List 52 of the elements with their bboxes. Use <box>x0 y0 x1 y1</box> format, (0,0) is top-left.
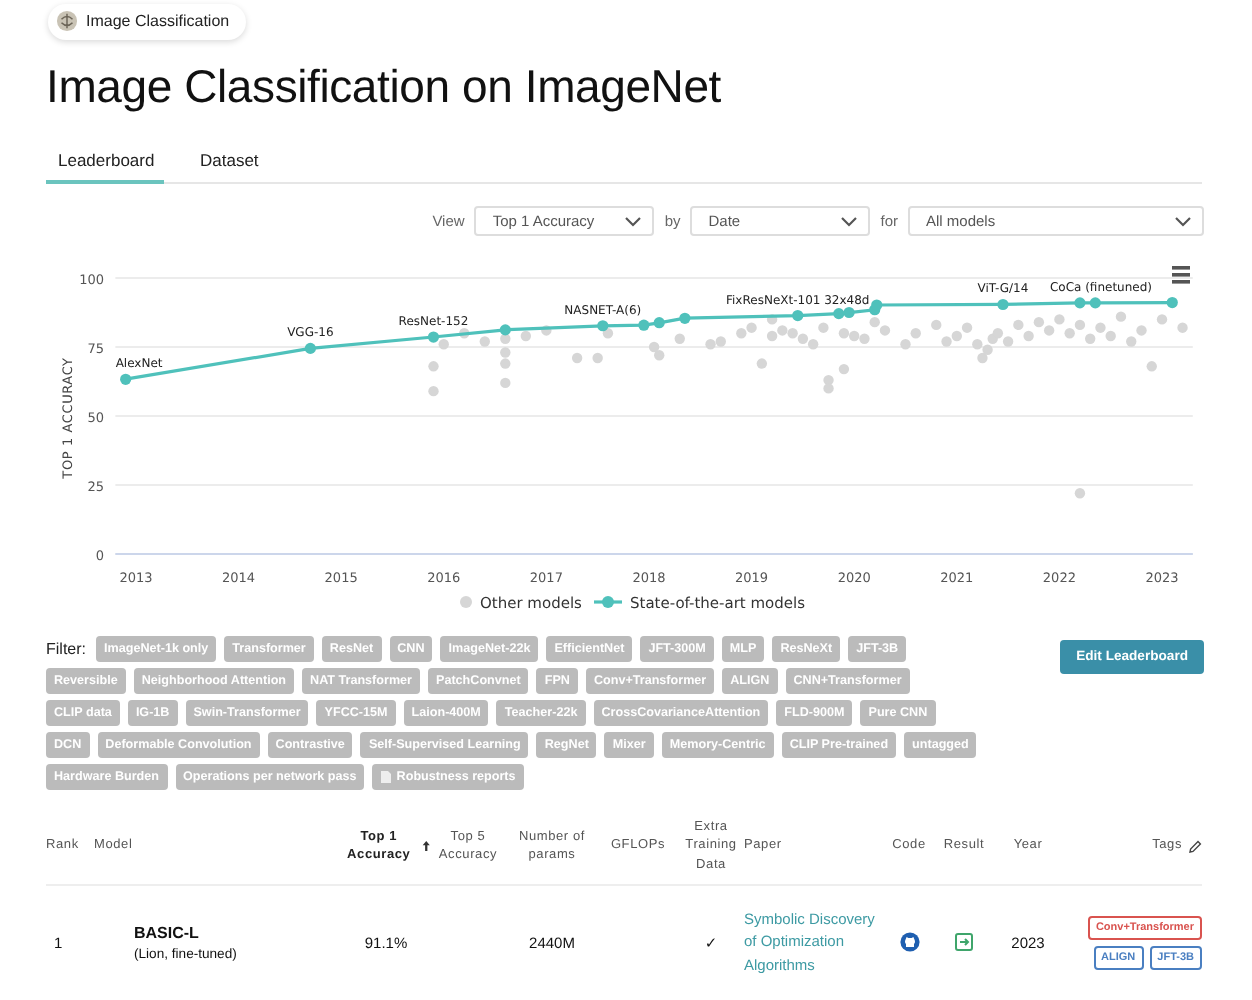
data-point <box>818 322 829 333</box>
data-point <box>756 358 768 369</box>
data-point[interactable] <box>1166 296 1178 309</box>
data-point <box>520 330 532 342</box>
data-point <box>428 361 439 372</box>
data-point[interactable] <box>1074 297 1086 309</box>
model-name: BASIC-L <box>134 923 199 941</box>
data-point[interactable] <box>653 317 665 329</box>
breadcrumb-chip[interactable]: Image Classification <box>48 4 246 40</box>
document-icon <box>380 770 393 784</box>
data-point[interactable] <box>120 373 132 385</box>
data-point <box>674 333 685 344</box>
data-point[interactable] <box>997 298 1009 311</box>
data-point <box>592 352 603 364</box>
data-point[interactable] <box>597 320 609 332</box>
data-point[interactable] <box>679 312 691 324</box>
data-point[interactable] <box>843 306 855 319</box>
github-icon[interactable] <box>899 932 919 952</box>
tab[interactable]: Dataset <box>164 138 268 184</box>
tab[interactable]: Leaderboard <box>46 138 164 184</box>
data-point <box>1146 361 1157 372</box>
data-point <box>541 325 552 336</box>
data-point <box>931 319 942 331</box>
data-point <box>479 336 490 347</box>
data-point[interactable] <box>792 309 804 322</box>
legend-marker <box>460 596 472 608</box>
legend-marker <box>594 596 622 608</box>
edit-icon[interactable] <box>1188 839 1202 853</box>
data-point <box>428 385 439 397</box>
data-point <box>500 377 511 389</box>
data-point <box>1156 314 1168 325</box>
data-point <box>1074 488 1086 499</box>
result-icon[interactable] <box>954 932 974 952</box>
data-point[interactable] <box>638 319 650 331</box>
data-point <box>1177 322 1188 333</box>
data-point <box>459 328 470 339</box>
chevron-down-icon[interactable] <box>624 215 643 227</box>
data-point <box>571 352 583 364</box>
sort-arrow-icon[interactable] <box>421 838 430 854</box>
data-point[interactable] <box>499 324 511 336</box>
page-title: Image Classification on ImageNet <box>46 60 723 116</box>
data-point <box>838 363 850 375</box>
filter-label: Filter: <box>46 640 86 658</box>
chevron-down-icon[interactable] <box>840 215 859 227</box>
data-point[interactable] <box>1089 297 1101 309</box>
data-point[interactable] <box>427 331 440 343</box>
chevron-down-icon[interactable] <box>1174 215 1192 227</box>
data-point[interactable] <box>304 342 316 354</box>
data-point <box>1115 311 1127 322</box>
data-point[interactable] <box>833 308 845 320</box>
menu-icon[interactable] <box>1172 266 1190 284</box>
data-point[interactable] <box>871 299 883 311</box>
